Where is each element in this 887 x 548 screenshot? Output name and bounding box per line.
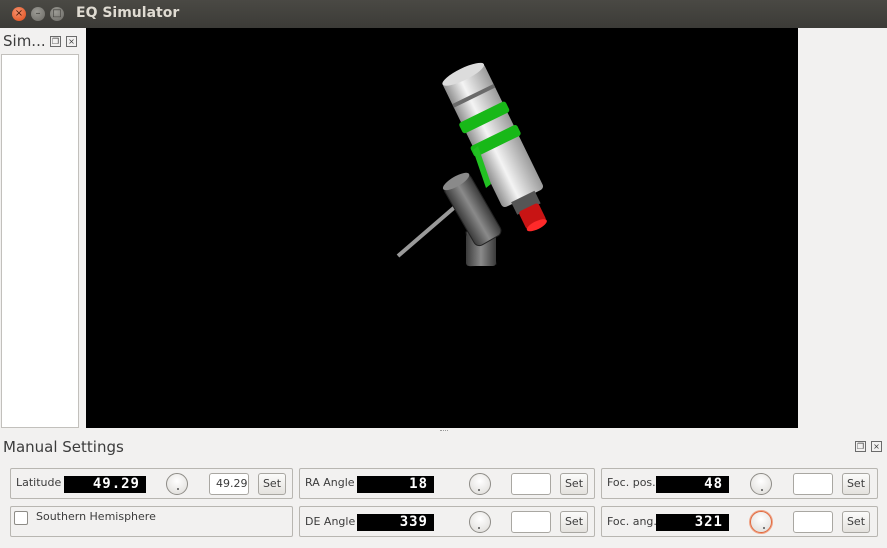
close-manual-dock-icon[interactable]: × — [871, 441, 882, 452]
focuser-position-label: Foc. pos. — [607, 476, 656, 489]
ra-angle-dial[interactable] — [469, 473, 491, 495]
focuser-angle-set-button[interactable]: Set — [842, 511, 870, 533]
float-manual-dock-icon[interactable]: ❐ — [855, 441, 866, 452]
dock-content-area — [1, 54, 79, 428]
focuser-position-input[interactable] — [793, 473, 833, 495]
minimize-window-button[interactable]: – — [31, 7, 45, 21]
de-angle-input[interactable] — [511, 511, 551, 533]
title-bar: × – □ EQ Simulator — [0, 0, 887, 28]
simulation-dock: Sim... ❐ × — [0, 28, 83, 430]
de-angle-set-button[interactable]: Set — [560, 511, 588, 533]
manual-settings-title: Manual Settings — [3, 438, 124, 456]
latitude-dial[interactable] — [166, 473, 188, 495]
telescope-3d-view[interactable] — [86, 28, 798, 428]
focuser-position-set-button[interactable]: Set — [842, 473, 870, 495]
close-window-button[interactable]: × — [12, 7, 26, 21]
close-dock-icon[interactable]: × — [66, 36, 77, 47]
ra-angle-input[interactable] — [511, 473, 551, 495]
telescope-render — [396, 62, 547, 267]
de-angle-group: DE Angle 339 Set — [299, 506, 595, 537]
maximize-window-button[interactable]: □ — [50, 7, 64, 21]
splitter-handle[interactable] — [440, 430, 448, 434]
focuser-position-dial[interactable] — [750, 473, 772, 495]
southern-hemisphere-label: Southern Hemisphere — [36, 510, 156, 523]
ra-angle-label: RA Angle — [305, 476, 355, 489]
de-angle-display: 339 — [357, 514, 434, 531]
southern-hemisphere-checkbox[interactable] — [14, 511, 28, 525]
focuser-angle-label: Foc. ang. — [607, 515, 657, 528]
southern-hemisphere-group: Southern Hemisphere — [10, 506, 293, 537]
latitude-group: Latitude 49.29 49.29 Set — [10, 468, 293, 499]
window-title: EQ Simulator — [76, 5, 180, 21]
float-dock-icon[interactable]: ❐ — [50, 36, 61, 47]
focuser-angle-display: 321 — [656, 514, 729, 531]
latitude-display: 49.29 — [64, 476, 146, 493]
de-angle-label: DE Angle — [305, 515, 356, 528]
ra-angle-display: 18 — [357, 476, 434, 493]
focuser-angle-group: Foc. ang. 321 Set — [601, 506, 878, 537]
dock-title: Sim... — [3, 32, 46, 50]
ra-angle-set-button[interactable]: Set — [560, 473, 588, 495]
focuser-position-group: Foc. pos. 48 Set — [601, 468, 878, 499]
ra-angle-group: RA Angle 18 Set — [299, 468, 595, 499]
focuser-position-display: 48 — [656, 476, 729, 493]
latitude-input[interactable]: 49.29 — [209, 473, 249, 495]
focuser-angle-dial[interactable] — [750, 511, 772, 533]
focuser-angle-input[interactable] — [793, 511, 833, 533]
manual-settings-dock: Manual Settings ❐ × Latitude 49.29 49.29… — [0, 436, 887, 548]
latitude-label: Latitude — [16, 476, 62, 489]
latitude-set-button[interactable]: Set — [258, 473, 286, 495]
de-angle-dial[interactable] — [469, 511, 491, 533]
right-empty-pane — [798, 28, 887, 428]
